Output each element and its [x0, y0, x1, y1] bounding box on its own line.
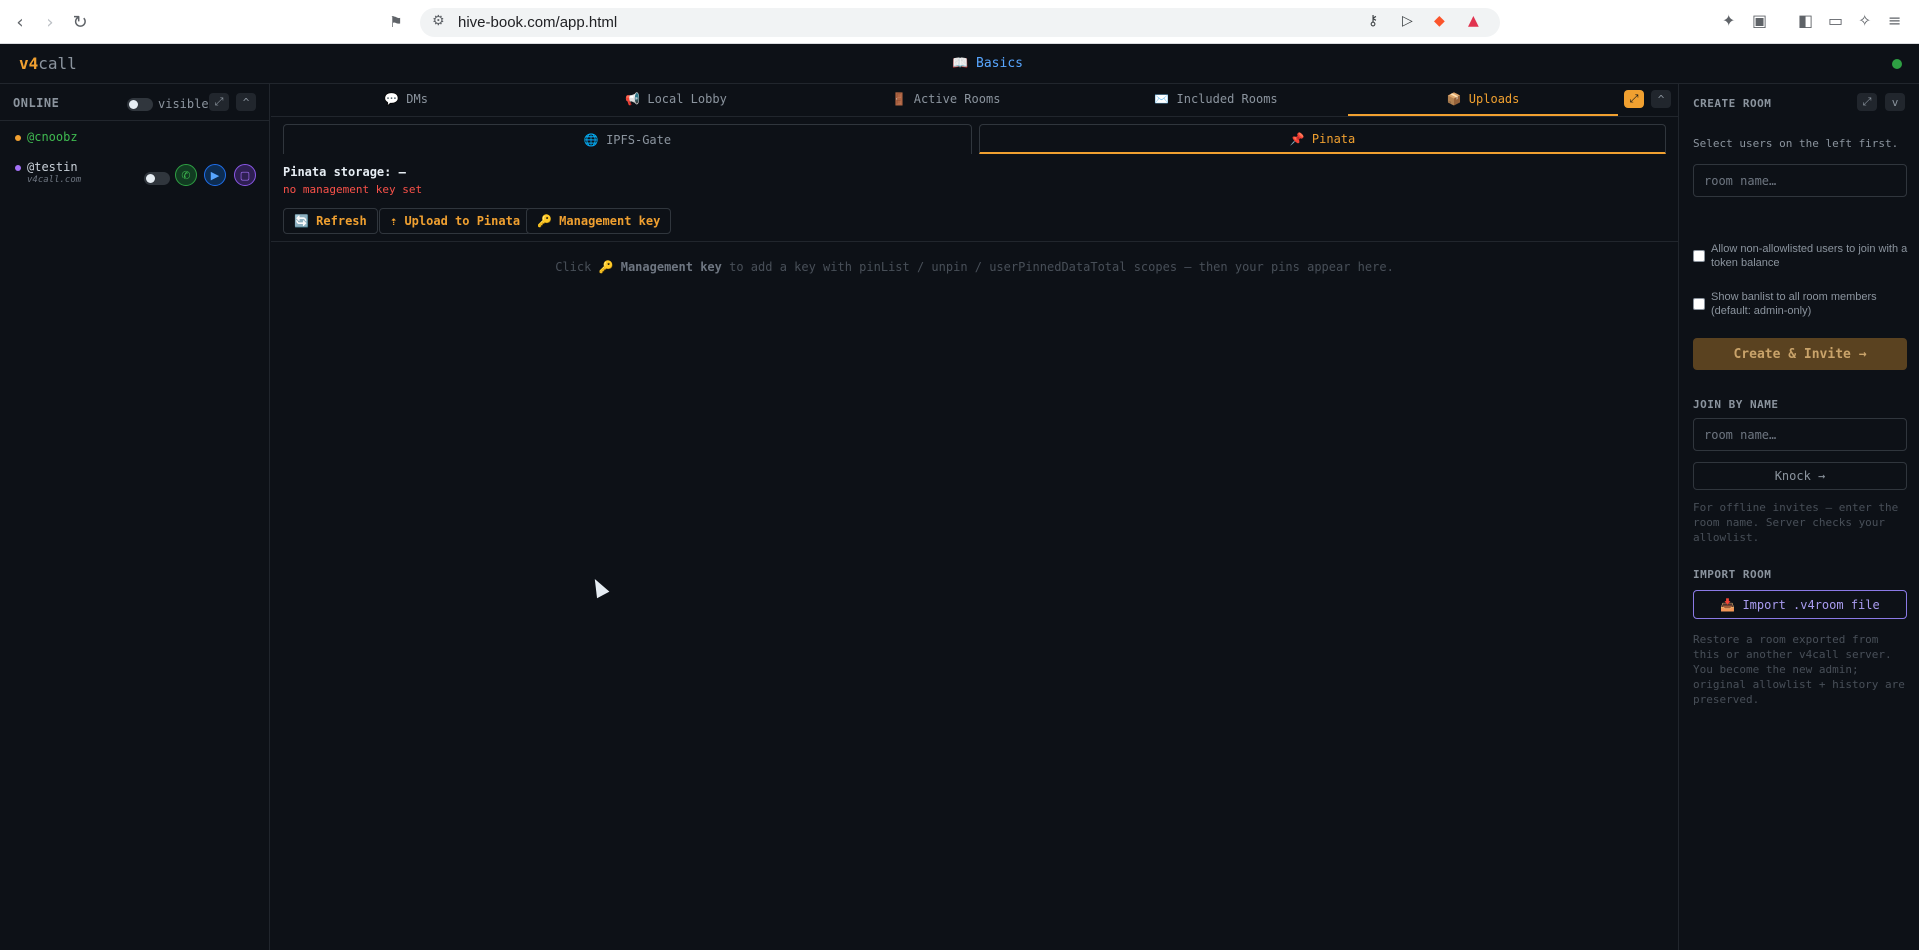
- subtab-pinata[interactable]: 📌 Pinata: [979, 124, 1666, 154]
- pinata-info: Pinata storage: — no management key set …: [271, 154, 1678, 242]
- user-domain: v4call.com: [27, 175, 82, 185]
- media-icon[interactable]: ▣: [1752, 11, 1767, 30]
- import-help-text: Restore a room exported from this or ano…: [1693, 633, 1905, 706]
- expand-icon[interactable]: ⤢: [209, 93, 229, 111]
- wallet-icon[interactable]: ▭: [1828, 11, 1843, 30]
- create-room-title: CREATE ROOM: [1693, 97, 1772, 110]
- tab-uploads[interactable]: 📦 Uploads: [1348, 92, 1618, 106]
- bookmark-icon[interactable]: ⚑: [384, 10, 408, 34]
- sidebar-icon[interactable]: ◧: [1798, 11, 1813, 30]
- refresh-button[interactable]: 🔄 Refresh: [283, 208, 378, 234]
- key-status: no management key set: [283, 183, 423, 196]
- user-item-testin[interactable]: @testin v4call.com: [15, 160, 81, 185]
- collapse-icon[interactable]: ^: [1651, 90, 1671, 108]
- user-item-cnoobz[interactable]: @cnoobz: [15, 130, 78, 144]
- room-name-input[interactable]: [1693, 164, 1907, 197]
- show-banlist-checkbox[interactable]: [1693, 298, 1705, 310]
- site-settings-icon[interactable]: ⚙: [432, 13, 445, 29]
- connection-status-dot: [1892, 59, 1902, 69]
- import-room-button[interactable]: 📥 Import .v4room file: [1693, 590, 1907, 619]
- app-header: v4call 📖 Basics: [0, 44, 1919, 84]
- brave-shield-icon[interactable]: ◆: [1434, 13, 1445, 29]
- upload-subtabs: 🌐 IPFS-Gate 📌 Pinata: [283, 124, 1666, 154]
- tab-dms[interactable]: 💬 DMs: [271, 92, 541, 106]
- online-panel: ONLINE visible ⤢ ^ @cnoobz @testin v4cal…: [0, 84, 270, 950]
- allow-nonallowlisted-label: Allow non-allowlisted users to join with…: [1711, 243, 1908, 269]
- join-room-name-input[interactable]: [1693, 418, 1907, 451]
- voice-call-icon[interactable]: ✆: [175, 164, 197, 186]
- active-tab-indicator: [1348, 114, 1618, 116]
- knock-button[interactable]: Knock →: [1693, 462, 1907, 490]
- tab-included-rooms[interactable]: ✉️ Included Rooms: [1081, 92, 1351, 106]
- video-call-icon[interactable]: ▶: [204, 164, 226, 186]
- main-tabs: 💬 DMs 📢 Local Lobby 🚪 Active Rooms ✉️ In…: [271, 84, 1678, 117]
- send-icon[interactable]: ▷: [1402, 13, 1413, 29]
- user-name: @cnoobz: [27, 130, 78, 144]
- hint-management-key: Management key: [620, 260, 722, 274]
- collapse-icon[interactable]: v: [1885, 93, 1905, 111]
- browser-toolbar: ‹ › ↻ ⚑ ⚙ hive-book.com/app.html ⚷ ▷ ◆ ▲…: [0, 0, 1919, 44]
- allow-nonallowlisted-checkbox[interactable]: [1693, 250, 1705, 262]
- online-title: ONLINE: [13, 96, 60, 110]
- app-logo: v4call: [19, 54, 77, 73]
- import-room-title: IMPORT ROOM: [1693, 568, 1772, 581]
- pinata-storage: Pinata storage: —: [283, 165, 406, 179]
- room-panel: CREATE ROOM ⤢ v Select users on the left…: [1678, 84, 1919, 950]
- visible-toggle[interactable]: [127, 98, 153, 111]
- forward-icon[interactable]: ›: [38, 10, 62, 34]
- url-text[interactable]: hive-book.com/app.html: [458, 14, 617, 31]
- create-invite-button[interactable]: Create & Invite →: [1693, 338, 1907, 370]
- reload-icon[interactable]: ↻: [68, 10, 92, 34]
- user-status-dot: [15, 134, 21, 141]
- expand-icon[interactable]: ⤢: [1857, 93, 1877, 111]
- password-key-icon[interactable]: ⚷: [1368, 13, 1378, 29]
- subtab-ipfs-gate[interactable]: 🌐 IPFS-Gate: [283, 124, 972, 154]
- empty-pins-hint: Click 🔑 Management key to add a key with…: [555, 260, 1394, 274]
- collapse-icon[interactable]: ^: [236, 93, 256, 111]
- show-banlist-label: Show banlist to all room members (defaul…: [1711, 291, 1877, 317]
- user-toggle[interactable]: [144, 172, 170, 185]
- tab-active-rooms[interactable]: 🚪 Active Rooms: [811, 92, 1081, 106]
- basics-link[interactable]: 📖 Basics: [952, 56, 1023, 71]
- main-panel: 💬 DMs 📢 Local Lobby 🚪 Active Rooms ✉️ In…: [271, 84, 1678, 950]
- tab-local-lobby[interactable]: 📢 Local Lobby: [541, 92, 811, 106]
- online-panel-header: ONLINE visible ⤢ ^: [0, 84, 270, 121]
- visible-label: visible: [158, 97, 209, 111]
- leo-ai-icon[interactable]: ✧: [1858, 11, 1871, 30]
- join-by-name-title: JOIN BY NAME: [1693, 398, 1779, 411]
- user-name: @testin: [27, 160, 78, 174]
- address-bar[interactable]: ⚙ hive-book.com/app.html ⚷ ▷ ◆ ▲: [420, 8, 1500, 37]
- management-key-button[interactable]: 🔑 Management key: [526, 208, 672, 234]
- user-status-dot: [15, 164, 21, 171]
- extensions-icon[interactable]: ✦: [1722, 11, 1735, 30]
- expand-icon[interactable]: ⤢: [1624, 90, 1644, 108]
- brave-rewards-icon[interactable]: ▲: [1468, 13, 1479, 29]
- select-users-hint: Select users on the left first.: [1693, 137, 1899, 150]
- menu-icon[interactable]: ≡: [1888, 11, 1901, 30]
- upload-to-pinata-button[interactable]: ⇡ Upload to Pinata: [379, 208, 532, 234]
- join-help-text: For offline invites — enter the room nam…: [1693, 501, 1899, 544]
- back-icon[interactable]: ‹: [8, 10, 32, 34]
- message-icon[interactable]: ▢: [234, 164, 256, 186]
